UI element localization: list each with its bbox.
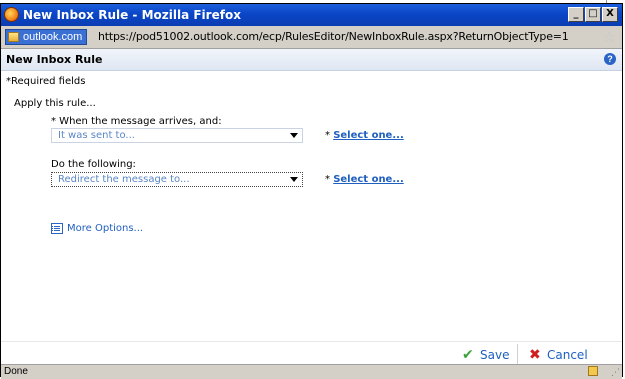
url-text[interactable]: https://pod51002.outlook.com/ecp/RulesEd… (98, 30, 569, 43)
cancel-button[interactable]: ✖ Cancel (529, 347, 588, 365)
condition-label: * When the message arrives, and: (51, 116, 222, 127)
close-button[interactable]: X (602, 7, 618, 22)
cancel-label: Cancel (547, 348, 588, 362)
list-options-icon[interactable] (51, 223, 63, 234)
address-bar: outlook.com https://pod51002.outlook.com… (1, 26, 622, 49)
chevron-down-icon (290, 177, 298, 182)
status-bar: Done ⋰ (1, 364, 622, 379)
condition-required: * Select one... (325, 130, 404, 141)
browser-window: New Inbox Rule - Mozilla Firefox _ □ X o… (0, 3, 623, 379)
site-domain: outlook.com (23, 31, 83, 43)
window-title: New Inbox Rule - Mozilla Firefox (23, 8, 241, 22)
condition-dropdown[interactable]: It was sent to... (51, 128, 303, 143)
chevron-down-icon (290, 133, 298, 138)
status-text: Done (4, 366, 28, 377)
resize-grip-icon[interactable]: ⋰ (611, 367, 620, 378)
maximize-button[interactable]: □ (585, 7, 601, 22)
action-value: Redirect the message to... (58, 174, 190, 185)
title-bar: New Inbox Rule - Mozilla Firefox _ □ X (1, 4, 622, 26)
help-icon[interactable]: ? (604, 53, 616, 65)
firefox-icon (4, 7, 19, 22)
page-header: New Inbox Rule ? (1, 49, 622, 71)
required-note: *Required fields (6, 76, 86, 87)
condition-select-link[interactable]: Select one... (333, 130, 404, 141)
save-button[interactable]: ✔ Save (462, 347, 509, 365)
apply-rule-text: Apply this rule... (14, 98, 96, 109)
footer-divider (1, 341, 622, 342)
x-icon: ✖ (529, 347, 541, 363)
required-star: * (325, 174, 330, 185)
condition-value: It was sent to... (58, 130, 135, 141)
lock-icon[interactable] (588, 366, 598, 376)
minimize-button[interactable]: _ (568, 7, 584, 22)
action-select-link[interactable]: Select one... (333, 174, 404, 185)
page-title: New Inbox Rule (6, 53, 103, 66)
site-identity-button[interactable]: outlook.com (5, 29, 88, 45)
check-icon: ✔ (462, 347, 474, 363)
site-favicon-icon (8, 32, 19, 42)
action-label: Do the following: (51, 159, 136, 170)
save-label: Save (480, 348, 510, 362)
star-icon[interactable]: ☆ (603, 28, 616, 46)
required-star: * (325, 130, 330, 141)
more-options-link[interactable]: More Options... (67, 223, 143, 234)
action-required: * Select one... (325, 174, 404, 185)
action-dropdown[interactable]: Redirect the message to... (51, 172, 303, 187)
